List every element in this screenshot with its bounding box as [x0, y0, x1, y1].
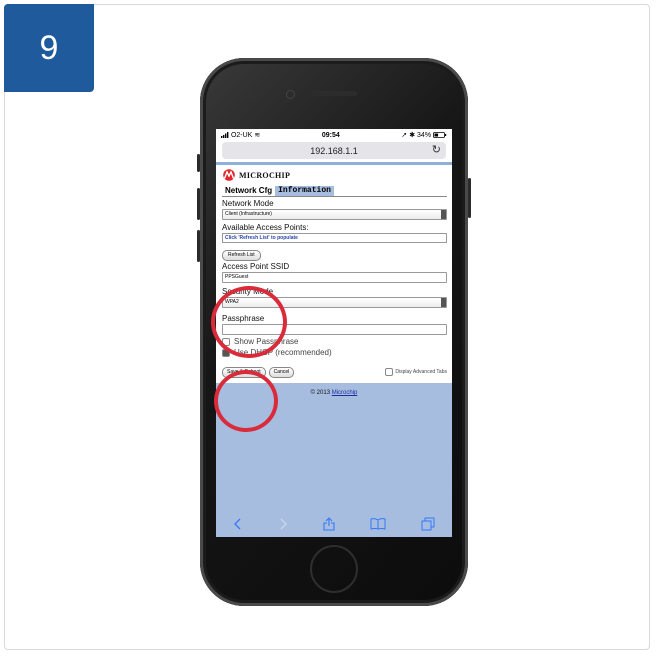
reload-icon[interactable]: ↻: [432, 143, 441, 156]
microchip-link[interactable]: Microchip: [332, 390, 358, 396]
brand-name: MICROCHIP: [239, 170, 291, 180]
advanced-tabs-row[interactable]: Display Advanced Tabs: [385, 367, 447, 376]
status-bar: O2-UK ≋ 09:54 ➚ ✱ 34%: [216, 129, 452, 141]
clock: 09:54: [321, 131, 340, 139]
volume-down-button: [197, 230, 200, 262]
wifi-icon: ≋: [254, 132, 261, 139]
status-right: ➚ ✱ 34%: [401, 131, 447, 139]
dropdown-arrow-icon: [441, 210, 446, 219]
power-button: [468, 178, 471, 218]
tabs-icon[interactable]: [421, 517, 435, 531]
advanced-tabs-label: Display Advanced Tabs: [395, 368, 447, 375]
cancel-button[interactable]: Cancel: [268, 367, 295, 378]
tab-bar: Network Cfg Information: [222, 186, 447, 196]
bookmarks-icon[interactable]: [370, 517, 386, 530]
advanced-tabs-checkbox[interactable]: [385, 367, 394, 376]
back-icon[interactable]: [233, 518, 243, 530]
address-bar[interactable]: 192.168.1.1 ↻: [222, 142, 446, 159]
step-number-badge: 9: [4, 4, 94, 92]
tab-information[interactable]: Information: [275, 186, 334, 196]
highlight-circle-security-mode: [211, 286, 287, 358]
carrier-label: O2-UK: [230, 132, 253, 139]
dropdown-arrow-icon: [441, 298, 446, 307]
location-icon: ➚: [401, 132, 408, 139]
highlight-circle-save-reboot: [214, 370, 278, 432]
home-button[interactable]: [310, 545, 358, 593]
browser-toolbar: [216, 510, 452, 537]
volume-up-button: [197, 188, 200, 220]
url-text: 192.168.1.1: [310, 145, 358, 156]
access-points-label: Available Access Points:: [222, 223, 309, 232]
microchip-logo: MICROCHIP: [222, 168, 447, 182]
microchip-logo-icon: [223, 169, 235, 181]
front-camera: [286, 90, 295, 99]
bluetooth-icon: ✱: [409, 132, 416, 139]
network-mode-label: Network Mode: [222, 199, 274, 208]
tab-divider: [222, 196, 447, 197]
tab-network-cfg[interactable]: Network Cfg: [222, 186, 275, 196]
forward-icon[interactable]: [278, 518, 288, 530]
ssid-input[interactable]: PPSGuest: [222, 272, 447, 283]
refresh-list-button[interactable]: Refresh List: [222, 250, 261, 261]
copyright-text: © 2013: [310, 390, 332, 396]
network-mode-select[interactable]: Client (Infrastructure): [222, 209, 447, 220]
access-points-list[interactable]: Click 'Refresh List' to populate: [222, 233, 447, 243]
carrier-signal: O2-UK ≋: [221, 131, 260, 139]
earpiece-speaker: [311, 91, 357, 96]
battery-percent: 34%: [417, 132, 432, 139]
mute-switch: [197, 154, 200, 172]
signal-icon: [221, 132, 229, 139]
network-mode-value: Client (Infrastructure): [225, 211, 272, 217]
ssid-label: Access Point SSID: [222, 262, 290, 271]
battery-icon: [433, 132, 447, 139]
share-icon[interactable]: [323, 516, 335, 531]
